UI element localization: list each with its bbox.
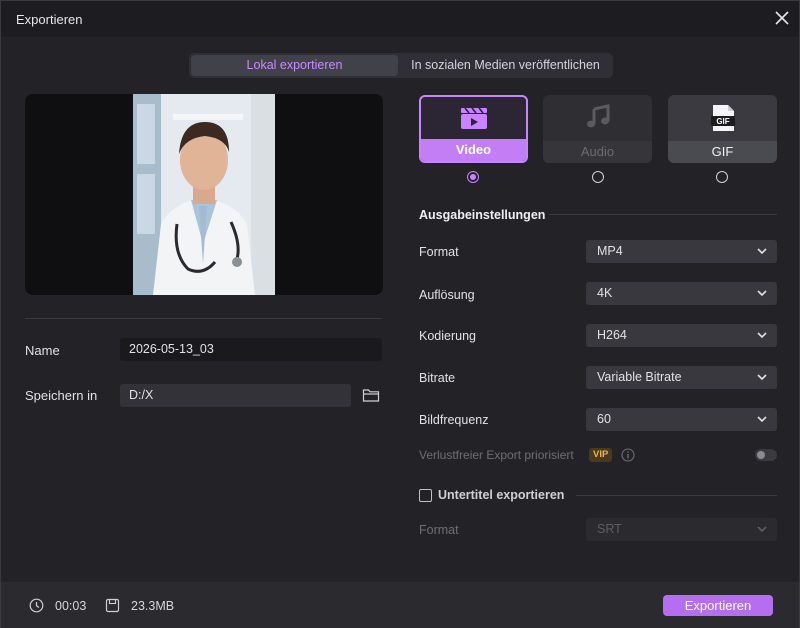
type-card-video[interactable]: Video [419,95,528,163]
encoding-select[interactable]: H264 [586,324,777,347]
radio-gif[interactable] [716,171,728,183]
type-label-gif: GIF [668,141,777,163]
bitrate-select[interactable]: Variable Bitrate [586,366,777,389]
subtitle-export-label: Untertitel exportieren [438,488,565,502]
section-divider [549,214,777,215]
chevron-down-icon [757,290,767,297]
folder-icon[interactable] [362,387,380,403]
subtitle-export-checkbox[interactable] [419,489,432,502]
info-icon[interactable] [621,448,635,462]
type-label-video: Video [421,139,526,161]
type-label-audio: Audio [543,141,652,163]
resolution-value: 4K [597,286,613,300]
tab-social-publish[interactable]: In sozialen Medien veröffentlichen [400,55,611,76]
preview-thumbnail [133,94,275,295]
type-card-audio[interactable]: Audio [543,95,652,163]
encoding-value: H264 [597,328,627,342]
framerate-value: 60 [597,412,611,426]
file-size-text: 23.3MB [131,599,175,613]
divider [25,318,382,319]
subtitle-format-select[interactable]: SRT [586,518,777,541]
format-label: Format [419,245,459,259]
section-divider [576,495,777,496]
format-select[interactable]: MP4 [586,240,777,263]
output-settings-title: Ausgabeinstellungen [419,208,546,222]
gif-file-icon: GIF [710,104,736,135]
subtitle-format-value: SRT [597,522,622,536]
lossless-toggle[interactable] [755,449,777,461]
name-label: Name [25,343,60,358]
radio-video[interactable] [467,171,479,183]
subtitle-format-label: Format [419,523,459,537]
chevron-down-icon [757,526,767,533]
title-bar: Exportieren [1,1,799,37]
export-mode-tabs: Lokal exportieren In sozialen Medien ver… [189,53,613,78]
clapperboard-icon [460,106,488,133]
video-preview [25,94,383,295]
bitrate-label: Bitrate [419,371,456,385]
format-value: MP4 [597,244,623,258]
type-card-gif[interactable]: GIF GIF [668,95,777,163]
vip-badge: VIP [589,448,613,462]
duration-text: 00:03 [55,599,87,613]
save-location-label: Speichern in [25,388,98,403]
save-path-field[interactable] [120,384,351,407]
chevron-down-icon [757,416,767,423]
lossless-export-label: Verlustfreier Export priorisiert [419,448,574,462]
tab-local-export[interactable]: Lokal exportieren [191,55,398,76]
chevron-down-icon [757,374,767,381]
framerate-label: Bildfrequenz [419,413,489,427]
music-note-icon [585,104,611,133]
gif-badge-text: GIF [716,117,729,126]
framerate-select[interactable]: 60 [586,408,777,431]
save-disk-icon [105,598,120,613]
chevron-down-icon [757,332,767,339]
window-title: Exportieren [16,12,83,27]
export-button[interactable]: Exportieren [663,595,773,616]
resolution-label: Auflösung [419,288,475,302]
resolution-select[interactable]: 4K [586,282,777,305]
clock-icon [29,598,44,613]
radio-audio[interactable] [592,171,604,183]
chevron-down-icon [757,248,767,255]
encoding-label: Kodierung [419,329,476,343]
bitrate-value: Variable Bitrate [597,370,682,384]
export-dialog: Exportieren Lokal exportieren In soziale… [0,0,800,628]
close-icon[interactable] [773,9,791,27]
name-field[interactable] [120,338,382,361]
